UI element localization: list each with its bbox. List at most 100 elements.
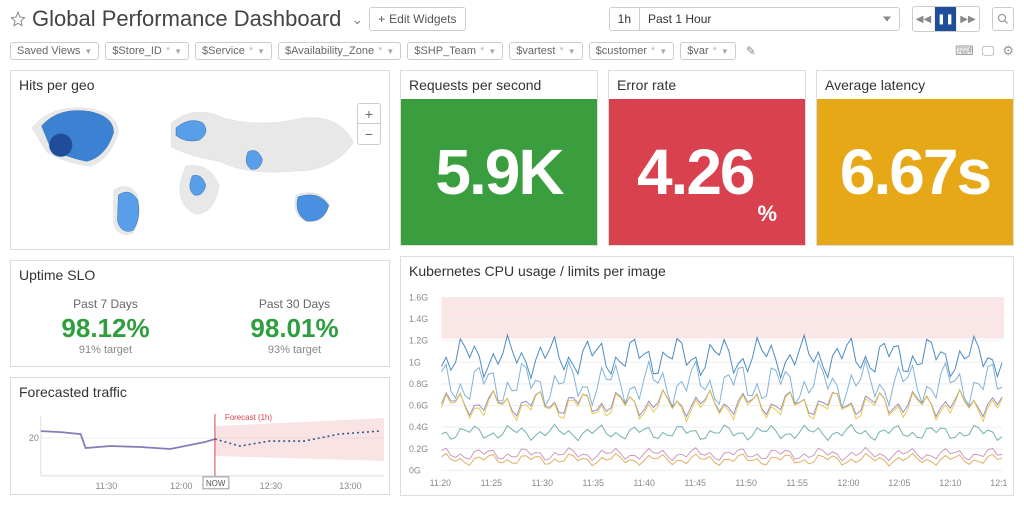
template-variable-availabilityzone[interactable]: $Availability_Zone*▼ <box>278 42 401 60</box>
svg-text:11:30: 11:30 <box>532 478 553 488</box>
left-column: Hits per geo + − <box>10 70 390 496</box>
kpi-value: 4.26 <box>637 135 754 209</box>
svg-text:12:15: 12:15 <box>990 478 1007 488</box>
svg-text:1.2G: 1.2G <box>409 336 428 346</box>
playback-controls: ◀◀ ❚❚ ▶▶ <box>912 6 980 32</box>
slo-body: Past 7 Days 98.12% 91% target Past 30 Da… <box>11 289 389 366</box>
svg-text:0.2G: 0.2G <box>409 444 428 454</box>
panel-title: Forecasted traffic <box>11 378 389 406</box>
region-us-hotspot[interactable] <box>49 134 72 157</box>
slo-target: 93% target <box>200 344 389 356</box>
panel-uptime-slo: Uptime SLO Past 7 Days 98.12% 91% target… <box>10 260 390 367</box>
zoom-in-button[interactable]: + <box>358 104 380 124</box>
chevron-down-icon: ▼ <box>84 47 92 56</box>
panel-title: Requests per second <box>401 71 597 99</box>
kpi-average-latency: Average latency 6.67s <box>816 70 1014 246</box>
kpi-value: 5.9K <box>435 135 562 209</box>
forecast-chart[interactable]: 20 NOW Forecast (1h) 11:30 12:00 <box>11 406 389 494</box>
slo-value: 98.01% <box>200 313 389 344</box>
cpu-chart[interactable]: 0G 0.2G 0.4G 0.6G 0.8G 1G 1.2G 1.4G 1.6G 11:20 11… <box>401 285 1013 495</box>
saved-views-dropdown[interactable]: Saved Views▼ <box>10 42 99 60</box>
geo-map[interactable]: + − <box>11 99 389 249</box>
svg-text:11:30: 11:30 <box>96 481 118 491</box>
time-range-short[interactable]: 1h <box>609 7 640 31</box>
slo-label: Past 7 Days <box>11 297 200 311</box>
right-column: Requests per second 5.9K Error rate 4.26… <box>400 70 1014 496</box>
pause-button[interactable]: ❚❚ <box>935 7 957 31</box>
template-variable-bar: Saved Views▼ $Store_ID*▼ $Service*▼ $Avail… <box>0 38 1024 70</box>
kpi-value: 6.67s <box>840 135 990 209</box>
template-variable-storeid[interactable]: $Store_ID*▼ <box>105 42 189 60</box>
time-range-picker[interactable]: 1h Past 1 Hour <box>609 7 900 31</box>
svg-text:12:05: 12:05 <box>888 478 910 488</box>
panel-title: Error rate <box>609 71 805 99</box>
svg-text:Forecast (1h): Forecast (1h) <box>225 413 273 422</box>
region-south-america[interactable] <box>117 192 138 231</box>
svg-text:11:35: 11:35 <box>583 478 604 488</box>
svg-text:20: 20 <box>29 433 39 443</box>
svg-text:1.4G: 1.4G <box>409 314 428 324</box>
search-button[interactable] <box>992 7 1014 31</box>
svg-text:0.8G: 0.8G <box>409 379 428 389</box>
svg-text:1G: 1G <box>409 357 421 367</box>
slo-7-days: Past 7 Days 98.12% 91% target <box>11 289 200 366</box>
favorite-star-icon[interactable] <box>10 11 26 27</box>
panel-hits-per-geo: Hits per geo + − <box>10 70 390 250</box>
svg-text:12:00: 12:00 <box>170 481 192 491</box>
kpi-error-rate: Error rate 4.26% <box>608 70 806 246</box>
svg-text:NOW: NOW <box>206 479 226 488</box>
zoom-out-button[interactable]: − <box>358 124 380 144</box>
svg-text:11:55: 11:55 <box>786 478 807 488</box>
kpi-value-box: 4.26% <box>609 99 805 245</box>
plus-icon: + <box>378 12 385 26</box>
keyboard-icon[interactable]: ⌨ <box>955 43 974 59</box>
svg-text:0G: 0G <box>409 465 421 475</box>
svg-text:12:00: 12:00 <box>837 478 859 488</box>
dashboard-grid: Hits per geo + − <box>0 70 1024 506</box>
slo-target: 91% target <box>11 344 200 356</box>
panel-forecasted-traffic: Forecasted traffic 20 NOW <box>10 377 390 495</box>
map-zoom-controls: + − <box>357 103 381 145</box>
world-map-svg <box>17 99 383 243</box>
panel-title: Uptime SLO <box>11 261 389 289</box>
panel-title: Average latency <box>817 71 1013 99</box>
svg-text:11:40: 11:40 <box>633 478 654 488</box>
svg-text:11:25: 11:25 <box>481 478 502 488</box>
slo-label: Past 30 Days <box>200 297 389 311</box>
template-variable-customer[interactable]: $customer*▼ <box>589 42 675 60</box>
panel-kubernetes-cpu: Kubernetes CPU usage / limits per image … <box>400 256 1014 496</box>
kpi-unit: % <box>758 201 778 227</box>
kpi-requests-per-second: Requests per second 5.9K <box>400 70 598 246</box>
title-dropdown-icon[interactable]: ⌄ <box>351 11 363 28</box>
slo-value: 98.12% <box>11 313 200 344</box>
svg-text:0.4G: 0.4G <box>409 422 428 432</box>
toolbar-right-icons: ⌨ 🖵 ⚙ <box>955 43 1014 59</box>
svg-text:13:00: 13:00 <box>339 481 361 491</box>
time-range-long[interactable]: Past 1 Hour <box>640 7 900 31</box>
svg-text:11:45: 11:45 <box>684 478 705 488</box>
template-variable-var[interactable]: $var*▼ <box>680 42 736 60</box>
template-variable-vartest[interactable]: $vartest*▼ <box>509 42 582 60</box>
dashboard-title: Global Performance Dashboard <box>32 6 341 32</box>
svg-text:12:30: 12:30 <box>260 481 282 491</box>
kpi-value-box: 5.9K <box>401 99 597 245</box>
rewind-button[interactable]: ◀◀ <box>913 7 935 31</box>
kpi-value-box: 6.67s <box>817 99 1013 245</box>
edit-variables-icon[interactable]: ✎ <box>746 44 756 58</box>
template-variable-shpteam[interactable]: $SHP_Team*▼ <box>407 42 503 60</box>
kpi-row: Requests per second 5.9K Error rate 4.26… <box>400 70 1014 246</box>
svg-text:1.6G: 1.6G <box>409 292 428 302</box>
template-variable-service[interactable]: $Service*▼ <box>195 42 272 60</box>
header-bar: Global Performance Dashboard ⌄ +Edit Wid… <box>0 0 1024 38</box>
svg-text:11:20: 11:20 <box>430 478 451 488</box>
panel-title: Kubernetes CPU usage / limits per image <box>401 257 1013 285</box>
svg-text:0.6G: 0.6G <box>409 400 428 410</box>
settings-gear-icon[interactable]: ⚙ <box>1002 43 1014 59</box>
slo-30-days: Past 30 Days 98.01% 93% target <box>200 289 389 366</box>
svg-text:12:10: 12:10 <box>939 478 961 488</box>
edit-widgets-button[interactable]: +Edit Widgets <box>369 7 465 31</box>
panel-title: Hits per geo <box>11 71 389 99</box>
display-icon[interactable]: 🖵 <box>982 43 995 59</box>
svg-text:11:50: 11:50 <box>735 478 756 488</box>
forward-button[interactable]: ▶▶ <box>957 7 979 31</box>
